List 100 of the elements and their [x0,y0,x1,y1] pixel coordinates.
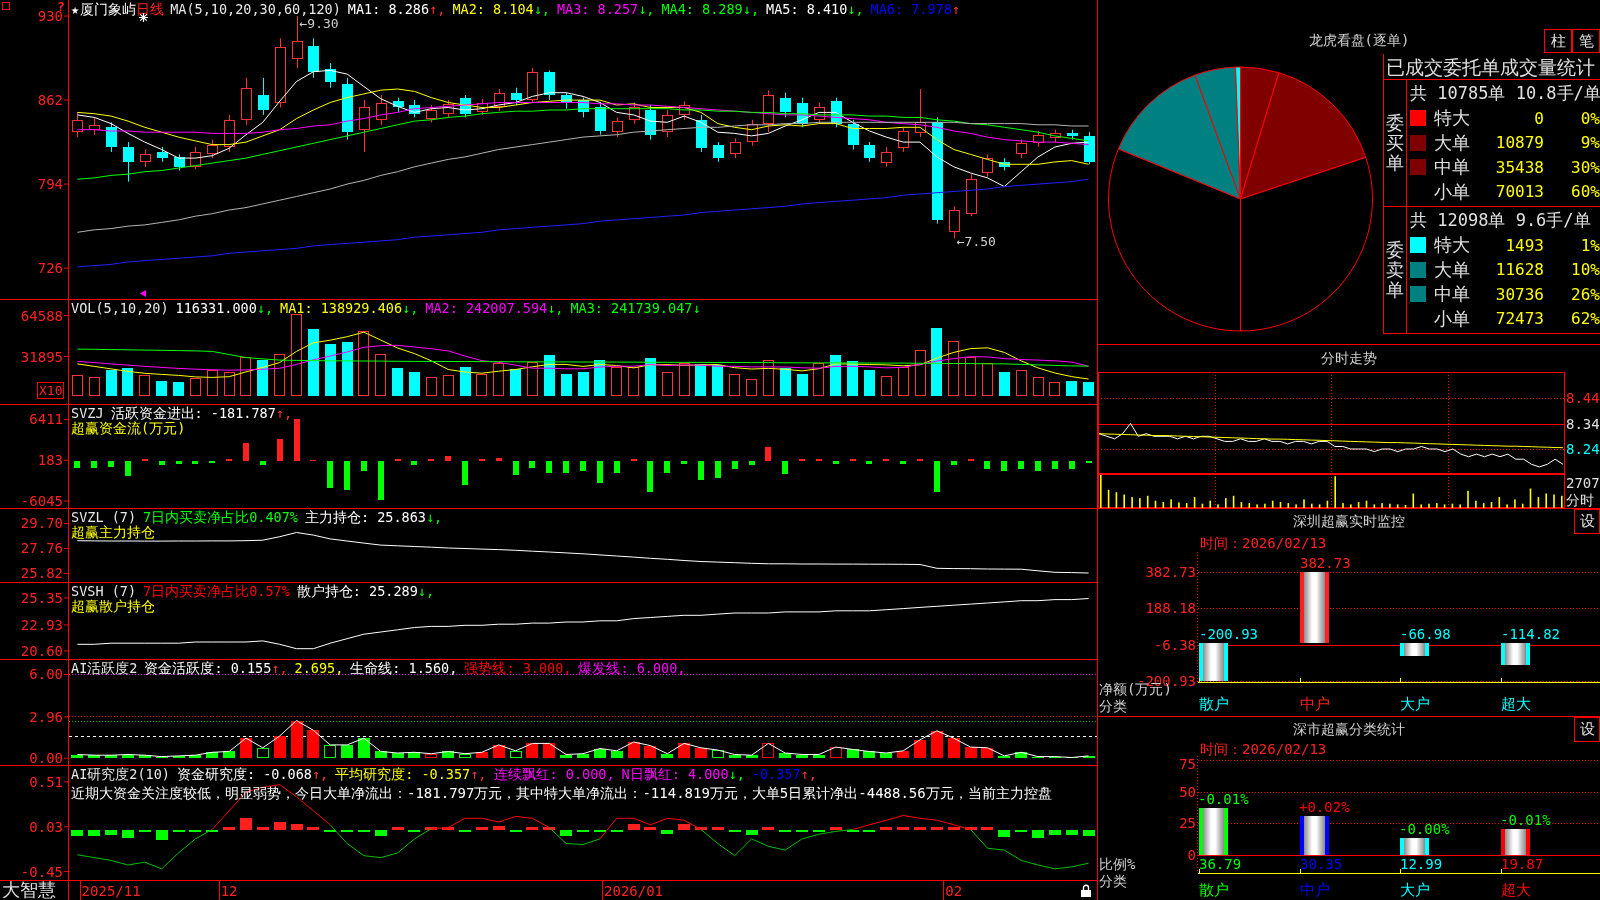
value-label: 30.35 [1300,856,1343,872]
axis-label: 29.70 [20,515,63,532]
order-type-label: 大单 [1434,257,1471,282]
trend-arrow: ↓, [417,584,435,599]
axis-label: -6.38 [1153,636,1196,653]
axis-label: 0.03 [29,818,63,835]
indicator-name: SVSH (7) [71,584,137,599]
trend-arrow: ↓, [547,301,564,316]
axis-label: 726 [37,260,63,277]
value-label: 36.79 [1199,856,1242,872]
axis-label: -6045 [20,493,63,508]
axis-label: -0.45 [20,863,63,880]
indicator-name: VOL(5,10,20) [71,301,169,316]
order-summary: 共 10785单 10.8手/单 [1410,82,1600,104]
indicator-value: 连续飘红: 0.000, [493,767,615,782]
change-label: -0.01% [1500,812,1551,828]
brand-logo: 大智慧 [2,880,56,900]
volume-value: 11628 [1494,260,1544,280]
trend-arrow: ↓, [425,510,443,525]
indicator-value: N日飘红: 4.000 [621,767,729,782]
trend-arrow: ↑, [429,2,446,17]
axis-label: 6411 [29,411,63,428]
indicator-value: 活跃资金进出: -181.787 [110,406,276,421]
indicator-value: MA4: 8.289 [661,2,743,17]
trend-arrow: ↑, [800,767,817,782]
time-label: 时间：2026/02/13 [1200,742,1327,756]
time-label: 时间：2026/02/13 [1200,535,1327,551]
volume-value: 35438 [1494,157,1544,177]
axis-label: 27.76 [20,540,63,557]
volume-value: 0 [1533,108,1544,128]
indicator-value: MA6: 7.978 [870,2,952,17]
axis-label: 31895 [20,348,63,365]
panel-title: 龙虎看盘(逐单) [1308,32,1410,50]
indicator-value: 116331.000 [175,301,257,316]
indicator-value: -0.357 [751,767,801,782]
trend-arrow: ↑, [275,406,293,421]
share-value: 30% [1570,157,1600,177]
indicator-value: 强势线: 3.000, [464,661,572,676]
indicator-name: SVZL (7) [71,510,137,525]
order-type-label: 大单 [1434,130,1471,155]
axis-title: 比例% [1099,856,1136,872]
category-label: 散户 [1199,695,1229,713]
share-value: 26% [1570,284,1600,304]
indicator-value: MA1: 138929.406 [280,301,402,316]
panel-title: 分时走势 [1321,349,1377,368]
volume-value: 72473 [1494,309,1544,329]
change-label: -0.00% [1399,821,1450,837]
indicator-value: 生命线: 1.560, [350,661,458,676]
trend-arrow: ↓ [692,301,701,316]
indicator-name: AI活跃度2 [71,661,138,676]
trend-arrow: ↑ [951,2,960,17]
axis-label: 8.24 [1566,441,1600,457]
order-type-label: 特大 [1434,233,1471,258]
share-value: 0% [1579,108,1600,128]
trend-arrow: ↑, [470,767,487,782]
share-value: 1% [1579,235,1600,255]
share-value: 62% [1570,309,1600,329]
category-label: 散户 [1199,881,1229,899]
value-label: -114.82 [1501,626,1560,642]
axis-label: 0 [1187,846,1196,863]
trend-arrow: ↓, [847,2,864,17]
axis-label: 25.35 [20,589,63,606]
category-label: 超大 [1501,695,1531,713]
star-icon: ★ [71,2,80,17]
axis-title: 分类 [1099,873,1127,889]
axis-label: 8.44 [1566,390,1600,406]
trend-arrow: ↓, [638,2,655,17]
value-label: -200.93 [1199,626,1258,642]
indicator-value: 2.695, [294,661,344,676]
indicator-value: 7日内买卖净占比0.57% [143,584,290,599]
volume-value: 30736 [1494,284,1544,304]
axis-label: 75 [1179,756,1196,772]
panel-title: 深圳超赢实时监控 [1293,512,1405,531]
indicator-subtitle: 超赢资金流(万元) [71,421,186,436]
axis-label: 8.34 [1566,415,1600,432]
indicator-name: MA(5,10,20,30,60,120) [170,2,341,17]
axis-label: 50 [1179,783,1196,800]
axis-label: 25 [1179,815,1196,831]
indicator-name: SVZJ [71,406,104,421]
volume-value: 1493 [1504,235,1544,255]
panel-title: 深市超赢分类统计 [1293,720,1405,739]
side-label: 委卖单 [1386,240,1404,300]
axis-title: 分时 [1566,492,1594,508]
trend-arrow: ↓, [402,301,419,316]
value-label: -66.98 [1400,626,1451,642]
period-label: 日线 [136,2,165,17]
value-label: 19.87 [1501,856,1544,872]
indicator-value: MA2: 8.104 [452,2,534,17]
indicator-value: MA5: 8.410 [766,2,848,17]
axis-label: 862 [37,92,63,109]
indicator-value: MA3: 241739.047 [570,301,693,316]
volume-scale-label: 2707 [1566,475,1600,491]
order-summary: 共 12098单 9.6手/单 [1410,209,1591,231]
volume-value: 10879 [1494,133,1544,153]
indicator-value: 资金活跃度: 0.155 [144,661,272,676]
indicator-subtitle: 超赢主力持仓 [71,525,155,540]
axis-label: 22.93 [20,616,63,633]
category-label: 大户 [1400,695,1430,713]
change-label: +0.02% [1299,799,1350,815]
axis-title: 分类 [1099,698,1127,714]
